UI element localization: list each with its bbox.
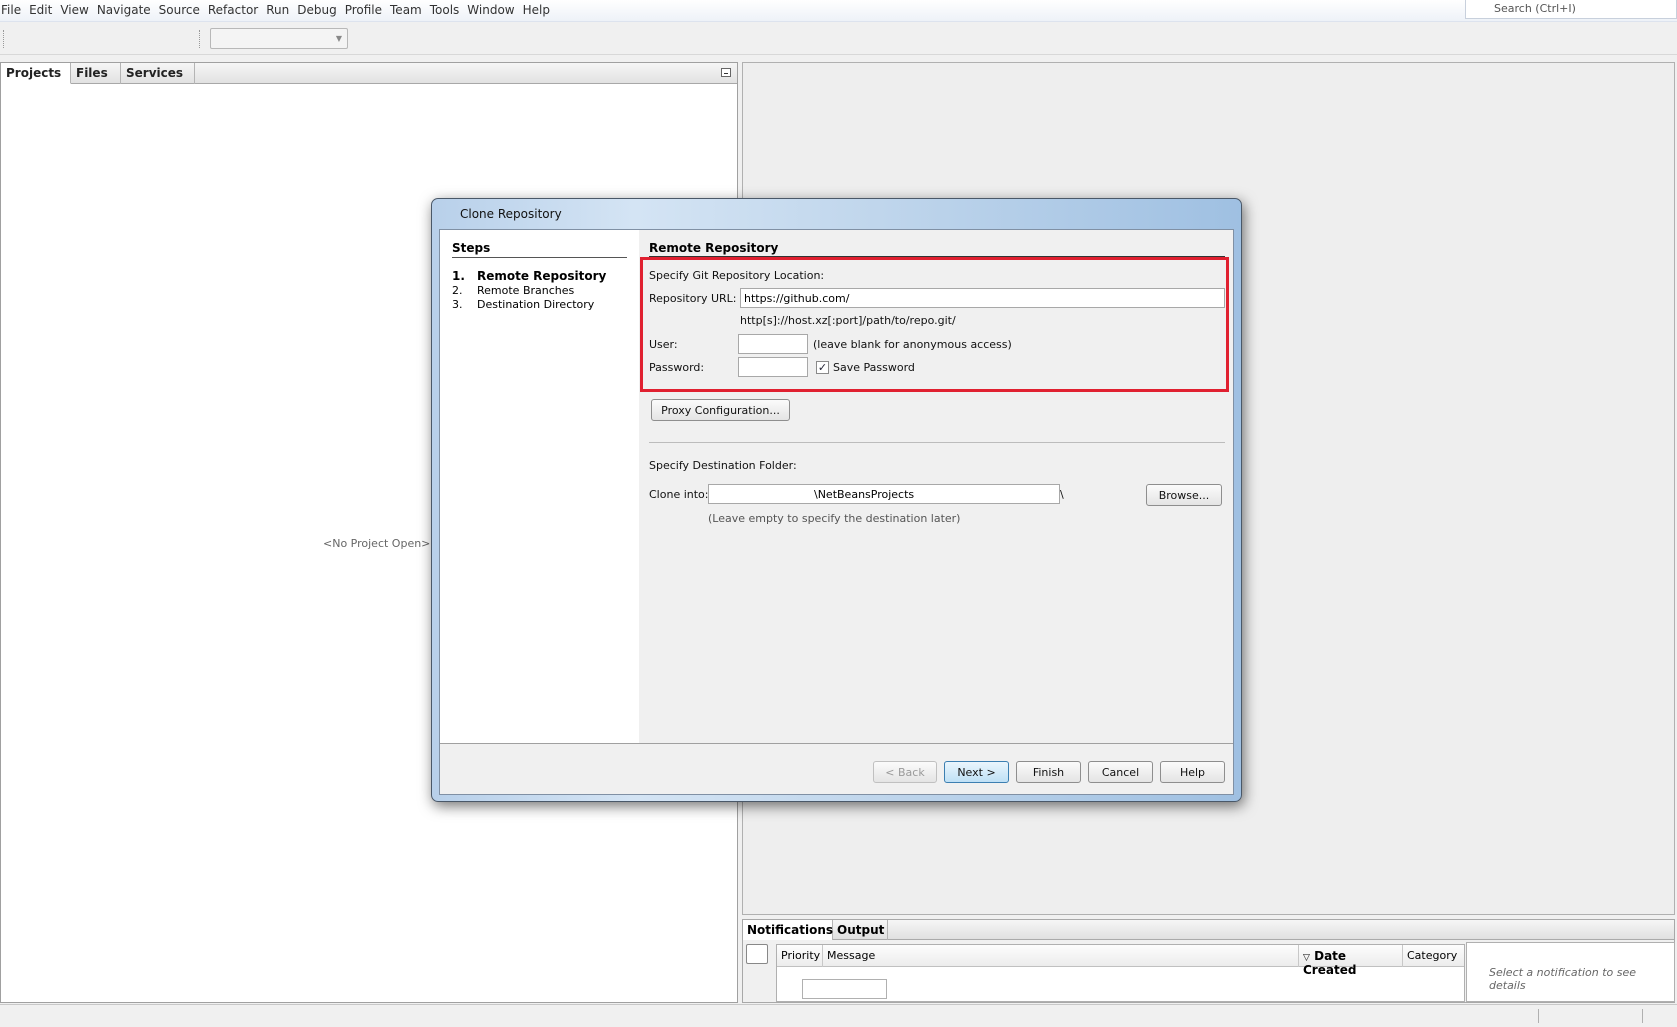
specify-location-label: Specify Git Repository Location: [649,269,825,282]
search-input[interactable]: Search (Ctrl+I) [1465,0,1677,19]
menu-edit[interactable]: Edit [25,3,56,17]
browse-button[interactable]: Browse... [1146,484,1222,506]
menu-window[interactable]: Window [463,3,518,17]
configuration-combo[interactable]: ▼ [210,28,348,49]
status-separator [1538,1009,1539,1023]
finish-button[interactable]: Finish [1016,761,1081,783]
column-category[interactable]: Category [1403,945,1465,967]
notifications-panel: Notifications Output Priority Message ▽ … [742,919,1675,1003]
step-label: Remote Branches [477,284,575,297]
help-button[interactable]: Help [1160,761,1225,783]
checkmark-icon: ✓ [817,361,828,374]
tab-services[interactable]: Services [121,63,195,84]
menu-help[interactable]: Help [519,3,554,17]
toolbar-grip-2[interactable] [199,30,201,48]
toolbar-grip[interactable] [3,30,5,48]
user-label: User: [649,338,678,351]
user-hint: (leave blank for anonymous access) [813,338,1012,351]
save-password-checkbox[interactable]: ✓ [816,361,829,374]
menu-debug[interactable]: Debug [293,3,340,17]
status-bar [0,1004,1677,1027]
destination-hint: (Leave empty to specify the destination … [708,512,961,525]
no-project-label: <No Project Open> [323,537,431,550]
menu-bar: File Edit View Navigate Source Refactor … [0,0,1677,22]
sort-down-icon: ▽ [1303,953,1310,963]
menu-source[interactable]: Source [155,3,204,17]
status-separator-2 [1642,1009,1643,1023]
step-remote-repository: 1. Remote Repository [452,269,606,283]
column-message[interactable]: Message [823,945,1299,967]
tab-projects[interactable]: Projects [1,63,71,84]
tab-notifications[interactable]: Notifications [743,920,833,940]
projects-tabstrip: Projects Files Services [1,63,737,84]
menu-refactor[interactable]: Refactor [204,3,262,17]
steps-pane: Steps 1. Remote Repository 2. Remote Branc… [440,230,639,743]
cancel-button[interactable]: Cancel [1088,761,1153,783]
clone-into-suffix: \ [1060,488,1064,501]
notifications-table: Priority Message ▽ Date Created Category [776,944,1465,1002]
menu-navigate[interactable]: Navigate [93,3,155,17]
step-number: 3. [452,298,463,311]
steps-title: Steps [452,241,627,258]
repository-url-field[interactable]: https://github.com/ [740,288,1225,308]
notification-filter-toggle[interactable] [746,944,768,964]
notification-quick-filter[interactable] [802,979,887,999]
toolbar: ▼ [0,22,1677,55]
user-field[interactable] [738,334,808,354]
menu-team[interactable]: Team [386,3,426,17]
step-number: 1. [452,269,465,283]
separator [649,442,1225,443]
password-field[interactable] [738,357,808,377]
step-number: 2. [452,284,463,297]
clone-into-label: Clone into: [649,488,709,501]
tab-files[interactable]: Files [71,63,121,84]
password-label: Password: [649,361,705,374]
dialog-title: Clone Repository [460,207,562,221]
column-date-created-label: Date Created [1303,949,1357,977]
menu-tools[interactable]: Tools [426,3,464,17]
menu-run[interactable]: Run [262,3,293,17]
menu-profile[interactable]: Profile [341,3,386,17]
menu-file[interactable]: File [0,3,25,17]
step-remote-branches: 2. Remote Branches [452,284,574,297]
footer-separator [440,743,1233,744]
clone-repository-dialog: Clone Repository Steps 1. Remote Reposito… [431,198,1242,802]
dialog-body: Steps 1. Remote Repository 2. Remote Branc… [439,229,1234,795]
menu-view[interactable]: View [56,3,92,17]
clone-into-field[interactable]: \NetBeansProjects [708,484,1060,504]
step-label: Destination Directory [477,298,595,311]
step-destination-directory: 3. Destination Directory [452,298,594,311]
notifications-table-header: Priority Message ▽ Date Created Category [777,945,1465,977]
step-label: Remote Repository [477,269,607,283]
proxy-configuration-button[interactable]: Proxy Configuration... [651,399,790,421]
column-priority[interactable]: Priority [777,945,823,967]
minimize-icon[interactable] [721,68,731,77]
notification-details: Select a notification to see details [1466,942,1675,1002]
column-date-created[interactable]: ▽ Date Created [1299,945,1403,977]
tab-output[interactable]: Output [833,920,888,940]
destination-title: Specify Destination Folder: [649,459,797,472]
notifications-tabstrip: Notifications Output [743,920,1674,940]
url-format-hint: http[s]://host.xz[:port]/path/to/repo.gi… [740,314,956,327]
next-button[interactable]: Next > [944,761,1009,783]
section-title: Remote Repository [649,241,1225,257]
repository-url-label: Repository URL: [649,292,737,305]
save-password-label: Save Password [833,361,915,374]
back-button[interactable]: < Back [873,761,937,783]
chevron-down-icon: ▼ [335,34,342,43]
